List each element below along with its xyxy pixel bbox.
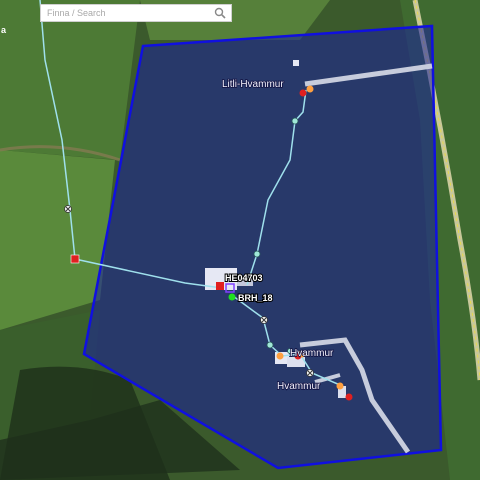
- corner-text: a: [1, 25, 7, 35]
- marker-orange-south-3[interactable]: [336, 382, 344, 390]
- marker-square-west[interactable]: [70, 254, 80, 264]
- pipe-node-middle[interactable]: [253, 250, 261, 258]
- marker-orange-south-1[interactable]: [276, 352, 284, 360]
- pipe-node-south[interactable]: [266, 341, 274, 349]
- marker-square-station[interactable]: [216, 282, 224, 290]
- search-icon[interactable]: [212, 5, 228, 21]
- valve-icon[interactable]: [64, 205, 72, 213]
- valve-icon[interactable]: [306, 369, 314, 377]
- place-label-hvammur-upper: Hvammur: [290, 348, 334, 359]
- map-canvas[interactable]: Litli-Hvammur Hvammur Hvammur HE04703 BR…: [0, 0, 480, 480]
- place-label-litli-hvammur: Litli-Hvammur: [222, 79, 284, 90]
- field-northwest: [0, 0, 140, 160]
- search-input[interactable]: [41, 5, 212, 21]
- valve-icon[interactable]: [260, 316, 268, 324]
- marker-red-south-2[interactable]: [345, 393, 353, 401]
- building-north: [293, 60, 299, 66]
- place-label-hvammur-lower: Hvammur: [277, 381, 321, 392]
- search-bar: [40, 4, 232, 22]
- marker-orange-north[interactable]: [306, 85, 314, 93]
- pipe-node-north[interactable]: [291, 117, 299, 125]
- station-label-brh18: BRH_18: [238, 293, 273, 303]
- station-label-he04703: HE04703: [225, 273, 263, 283]
- station-brh18-marker[interactable]: [228, 293, 236, 301]
- marker-red-north[interactable]: [299, 89, 307, 97]
